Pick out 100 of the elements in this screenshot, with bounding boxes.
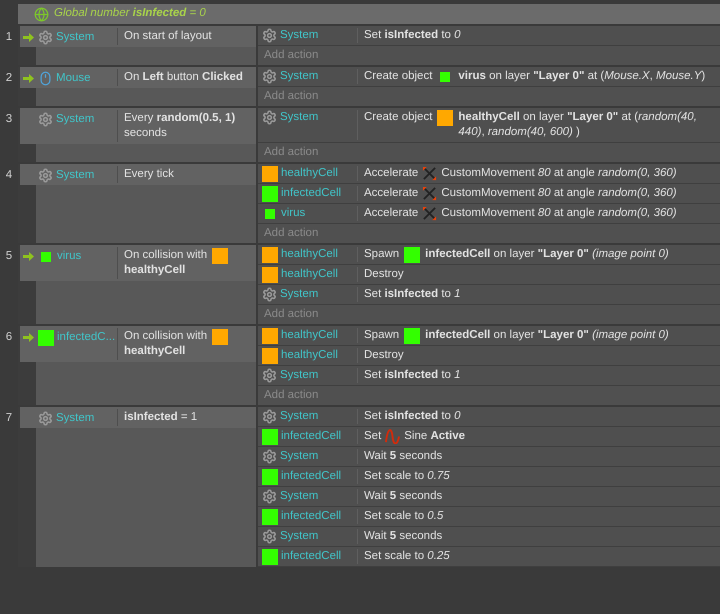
- condition-row[interactable]: virus On collision with healthyCell: [20, 245, 256, 281]
- action-text: CustomMovement 80 at angle random(0, 360): [441, 166, 678, 181]
- action-text: Create object: [364, 110, 432, 125]
- action-text: Accelerate: [364, 166, 418, 181]
- condition-row[interactable]: System isInfected = 1: [20, 407, 256, 428]
- condition-row[interactable]: System Every random(0.5, 1) seconds: [20, 108, 256, 144]
- object-name: System: [280, 368, 318, 383]
- object-name: healthyCell: [281, 328, 338, 343]
- action-row[interactable]: System Wait 5 seconds: [258, 527, 720, 547]
- action-text: Wait 5 seconds: [364, 449, 444, 464]
- action-row[interactable]: System Set isInfected to 1: [258, 366, 720, 386]
- gear-icon: [262, 368, 277, 383]
- object-name: System: [56, 411, 94, 426]
- action-row[interactable]: healthyCell Destroy: [258, 265, 720, 285]
- action-row[interactable]: healthyCell Destroy: [258, 346, 720, 366]
- gear-icon: [262, 28, 277, 43]
- action-row[interactable]: System Create object virus on layer "Layer 0" at (Mouse.X, Mouse.Y): [258, 67, 720, 87]
- condition-row[interactable]: infectedC... On collision with healthyCell: [20, 326, 256, 362]
- action-text: virus on layer "Layer 0" at (Mouse.X, Mouse.Y): [458, 69, 706, 84]
- movement-icon: [422, 186, 438, 201]
- action-text: Destroy: [364, 267, 405, 282]
- action-row[interactable]: virus Accelerate CustomMovement 80 at angle random(0, 360): [258, 204, 720, 224]
- object-name: virus: [57, 249, 82, 264]
- action-row[interactable]: System Wait 5 seconds: [258, 447, 720, 467]
- object-name: System: [56, 112, 94, 127]
- object-name: infectedCell: [281, 186, 342, 201]
- object-name: infectedCell: [281, 429, 342, 444]
- action-text: On collision with: [124, 329, 208, 344]
- action-row[interactable]: infectedCell Set scale to 0.5: [258, 507, 720, 527]
- event-number: 3: [6, 112, 12, 127]
- movement-icon: [422, 166, 438, 181]
- object-name: infectedCell: [281, 469, 342, 484]
- action-row[interactable]: infectedCell Set Sine Active: [258, 427, 720, 447]
- object-name: System: [56, 30, 94, 45]
- gear-icon: [262, 287, 277, 302]
- action-text: Set scale to 0.75: [364, 469, 451, 484]
- action-text: Set isInfected to 1: [364, 368, 462, 383]
- action-row[interactable]: healthyCell Spawn infectedCell on layer "Layer 0" (image point 0): [258, 245, 720, 265]
- global-variable-text: Global number isInfected = 0: [54, 6, 206, 22]
- action-text: Set scale to 0.5: [364, 509, 444, 524]
- action-row[interactable]: System Set isInfected to 1: [258, 285, 720, 305]
- gear-icon: [262, 529, 277, 544]
- action-text: Spawn: [364, 247, 400, 262]
- action-row[interactable]: healthyCell Spawn infectedCell on layer "Layer 0" (image point 0): [258, 326, 720, 346]
- gear-icon: [262, 489, 277, 504]
- action-text: CustomMovement 80 at angle random(0, 360): [441, 186, 678, 201]
- object-name: infectedCell: [281, 509, 342, 524]
- object-name: infectedC...: [57, 330, 116, 345]
- action-row[interactable]: infectedCell Set scale to 0.25: [258, 547, 720, 567]
- gear-icon: [38, 168, 53, 183]
- action-text: infectedCell on layer "Layer 0" (image point 0): [425, 247, 670, 262]
- event-number: 6: [6, 330, 12, 345]
- gear-icon: [38, 112, 53, 127]
- gear-icon: [38, 411, 53, 426]
- action-row[interactable]: System Create object healthyCell on layer "Layer 0" at (random(40, 440), random(40, 600) ): [258, 108, 720, 143]
- action-text: healthyCell on layer "Layer 0" at (random(40, 440), random(40, 600) ): [458, 110, 698, 140]
- condition-row[interactable]: Mouse On Left button Clicked: [20, 67, 256, 88]
- condition-row[interactable]: System On start of layout: [20, 26, 256, 47]
- action-text: infectedCell on layer "Layer 0" (image point 0): [425, 328, 670, 343]
- object-name: System: [280, 409, 318, 424]
- action-text: Spawn: [364, 328, 400, 343]
- object-name: System: [280, 28, 318, 43]
- event-number: 4: [6, 168, 12, 183]
- condition-row[interactable]: System Every tick: [20, 164, 256, 185]
- action-row[interactable]: System Wait 5 seconds: [258, 487, 720, 507]
- action-row[interactable]: infectedCell Set scale to 0.75: [258, 467, 720, 487]
- object-name: Mouse: [56, 71, 91, 86]
- action-text: On Left button Clicked: [124, 70, 244, 85]
- gear-icon: [38, 30, 53, 45]
- object-name: System: [280, 69, 318, 84]
- gear-icon: [262, 449, 277, 464]
- action-row[interactable]: healthyCell Accelerate CustomMovement 80 at angle random(0, 360): [258, 164, 720, 184]
- action-text: Accelerate: [364, 206, 418, 221]
- action-text: Set scale to 0.25: [364, 549, 451, 564]
- gear-icon: [262, 409, 277, 424]
- action-row[interactable]: System Set isInfected to 0: [258, 407, 720, 427]
- object-name: healthyCell: [281, 267, 338, 282]
- object-name: System: [280, 529, 318, 544]
- gear-icon: [262, 69, 277, 84]
- object-name: System: [280, 110, 318, 125]
- event-number: 5: [6, 249, 12, 264]
- action-text: CustomMovement 80 at angle random(0, 360): [441, 206, 678, 221]
- event-number: 7: [6, 411, 12, 426]
- action-row[interactable]: System Set isInfected to 0: [258, 26, 720, 46]
- action-text: Create object: [364, 69, 432, 84]
- gear-icon: [262, 110, 277, 125]
- action-text: Set isInfected to 0: [364, 409, 462, 424]
- action-text: Destroy: [364, 348, 405, 363]
- mouse-icon: [38, 71, 53, 86]
- action-text: Set: [364, 429, 382, 444]
- event-number: 2: [6, 71, 12, 86]
- object-name: healthyCell: [281, 348, 338, 363]
- action-text: Set isInfected to 0: [364, 28, 462, 43]
- object-name: virus: [281, 206, 306, 221]
- action-row[interactable]: infectedCell Accelerate CustomMovement 80 at angle random(0, 360): [258, 184, 720, 204]
- object-name: System: [280, 489, 318, 504]
- object-name: System: [280, 449, 318, 464]
- action-text: healthyCell: [124, 263, 186, 278]
- action-text: Sine Active: [404, 429, 466, 444]
- action-text: isInfected = 1: [124, 410, 198, 425]
